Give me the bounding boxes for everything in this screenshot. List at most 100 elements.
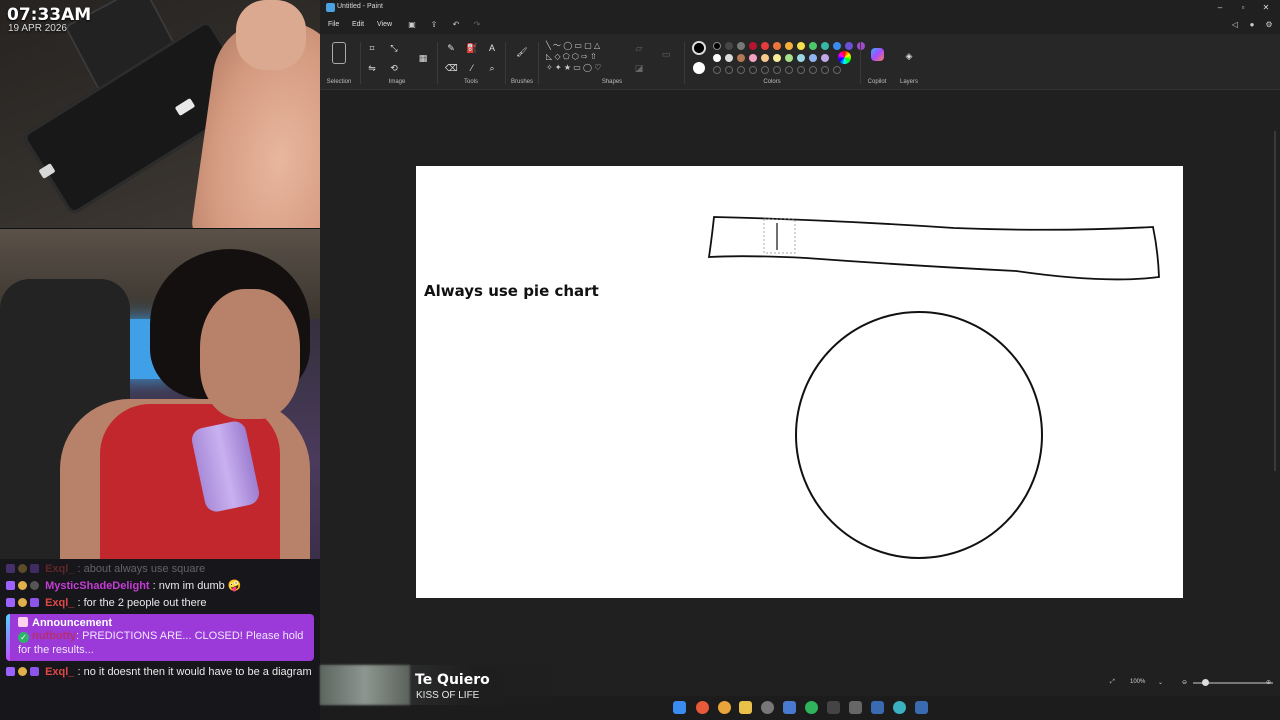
zoom-level[interactable]: 100%: [1130, 679, 1145, 685]
color-swatch[interactable]: [797, 42, 805, 50]
color-picker-icon[interactable]: ⁄: [466, 62, 478, 74]
copilot-icon[interactable]: [871, 48, 884, 61]
color-swatch[interactable]: [785, 42, 793, 50]
color-swatch[interactable]: [737, 54, 745, 62]
empty-color-swatch[interactable]: [737, 66, 745, 74]
color-swatch[interactable]: [725, 54, 733, 62]
fill-icon[interactable]: ⛽: [466, 42, 478, 54]
chat-username: MysticShadeDelight: [45, 580, 150, 592]
color-swatch[interactable]: [845, 42, 853, 50]
rotate-icon[interactable]: ⟲: [388, 62, 400, 74]
start-icon[interactable]: [673, 701, 686, 714]
chrome-icon[interactable]: [696, 701, 709, 714]
app-icon[interactable]: [827, 701, 840, 714]
edit-colors-icon[interactable]: [838, 51, 851, 64]
magnifier-icon[interactable]: ⌕: [486, 62, 498, 74]
color-swatch[interactable]: [809, 54, 817, 62]
color-swatch[interactable]: [737, 42, 745, 50]
empty-color-swatch[interactable]: [809, 66, 817, 74]
app-icon[interactable]: [783, 701, 796, 714]
primary-color[interactable]: [692, 41, 706, 55]
empty-color-swatch[interactable]: [713, 66, 721, 74]
color-swatch[interactable]: [761, 42, 769, 50]
app-icon[interactable]: [871, 701, 884, 714]
clock-date: 19 APR 2026: [8, 23, 67, 34]
save-icon[interactable]: ▣: [407, 20, 417, 30]
file-explorer-icon[interactable]: [739, 701, 752, 714]
chat-text: nvm im dumb 🤪: [158, 580, 242, 592]
badge-icon: [6, 598, 15, 607]
settings-gear-icon[interactable]: ⚙: [1264, 20, 1274, 30]
feedback-icon[interactable]: ◁: [1230, 20, 1240, 30]
chat-panel: Exql_ : about always use square MysticSh…: [0, 559, 320, 720]
crop-icon[interactable]: ⌗: [366, 42, 378, 54]
zoom-slider-handle[interactable]: [1202, 679, 1209, 686]
minimize-button[interactable]: –: [1213, 3, 1227, 12]
paint-taskbar-icon[interactable]: [893, 701, 906, 714]
zoom-in-icon[interactable]: ⊕: [1266, 679, 1271, 686]
color-swatch[interactable]: [833, 42, 841, 50]
empty-color-swatch[interactable]: [773, 66, 781, 74]
empty-color-swatch[interactable]: [749, 66, 757, 74]
empty-color-swatch[interactable]: [797, 66, 805, 74]
color-swatch[interactable]: [809, 42, 817, 50]
image-tools-icon[interactable]: ▦: [417, 52, 429, 64]
secondary-color[interactable]: [693, 62, 705, 74]
pencil-icon[interactable]: ✎: [445, 42, 457, 54]
empty-color-swatch[interactable]: [821, 66, 829, 74]
empty-color-swatch[interactable]: [725, 66, 733, 74]
menu-edit[interactable]: Edit: [352, 21, 364, 28]
empty-color-swatch[interactable]: [833, 66, 841, 74]
ribbon: Selection ⌗ ⤡ ⇋ ⟲ ▦ Image ✎ ⛽ A ⌫ ⁄ ⌕ To…: [320, 34, 1280, 90]
color-swatch[interactable]: [725, 42, 733, 50]
obs-icon[interactable]: [761, 701, 774, 714]
color-swatch[interactable]: [761, 54, 769, 62]
color-swatch[interactable]: [797, 54, 805, 62]
streamer-face: [200, 289, 300, 419]
color-swatch[interactable]: [773, 42, 781, 50]
share-icon[interactable]: ⇪: [429, 20, 439, 30]
empty-color-swatch[interactable]: [761, 66, 769, 74]
menu-file[interactable]: File: [328, 21, 339, 28]
spotify-icon[interactable]: [805, 701, 818, 714]
layers-icon[interactable]: ◈: [903, 50, 915, 62]
zoom-out-icon[interactable]: ⊖: [1182, 679, 1187, 686]
vertical-scrollbar[interactable]: [1274, 131, 1276, 471]
resize-icon[interactable]: ⤡: [388, 42, 400, 54]
zoom-dropdown-icon[interactable]: ⌄: [1158, 679, 1163, 686]
color-swatch[interactable]: [785, 54, 793, 62]
screen: 07:33AM 19 APR 2026 Exql_ : about always…: [0, 0, 1280, 720]
redo-icon[interactable]: ↷: [472, 20, 482, 30]
close-button[interactable]: ✕: [1259, 3, 1273, 12]
fit-icon[interactable]: ⤢: [1110, 679, 1115, 686]
browser-icon[interactable]: [718, 701, 731, 714]
undo-icon[interactable]: ↶: [451, 20, 461, 30]
color-swatch[interactable]: [821, 42, 829, 50]
color-swatch[interactable]: [821, 54, 829, 62]
color-swatch[interactable]: [773, 54, 781, 62]
app-icon[interactable]: [849, 701, 862, 714]
color-swatch[interactable]: [749, 42, 757, 50]
eraser-icon[interactable]: ⌫: [445, 62, 458, 74]
group-label-shapes: Shapes: [601, 79, 623, 85]
account-icon[interactable]: ●: [1247, 20, 1257, 30]
shapes-gallery-icon[interactable]: ╲ 〜 ◯ ▭ ▢ △ ◺ ◇ ⬠ ⬡ ⇨ ⇧ ✧ ✦ ★ ▭ ◯ ♡: [546, 40, 626, 76]
color-swatch[interactable]: [857, 42, 865, 50]
text-icon[interactable]: A: [486, 42, 498, 54]
menu-view[interactable]: View: [377, 21, 392, 28]
flip-icon[interactable]: ⇋: [366, 62, 378, 74]
text-selection-box[interactable]: [763, 218, 796, 254]
app-icon[interactable]: [915, 701, 928, 714]
color-swatch[interactable]: [749, 54, 757, 62]
color-swatch[interactable]: [713, 54, 721, 62]
maximize-button[interactable]: ▫: [1236, 3, 1250, 12]
window-title: Untitled - Paint: [337, 3, 383, 10]
title-bar: Untitled - Paint – ▫ ✕: [320, 0, 1280, 16]
brush-icon[interactable]: 🖌: [516, 46, 528, 58]
announcement: Announcement ✓ nutbotty: PREDICTIONS ARE.…: [6, 614, 314, 661]
drawing-canvas[interactable]: Always use pie chart: [416, 166, 1183, 598]
empty-color-swatch[interactable]: [785, 66, 793, 74]
badge-icon: [6, 564, 15, 573]
selection-icon[interactable]: [332, 42, 346, 64]
color-swatch[interactable]: [713, 42, 721, 50]
